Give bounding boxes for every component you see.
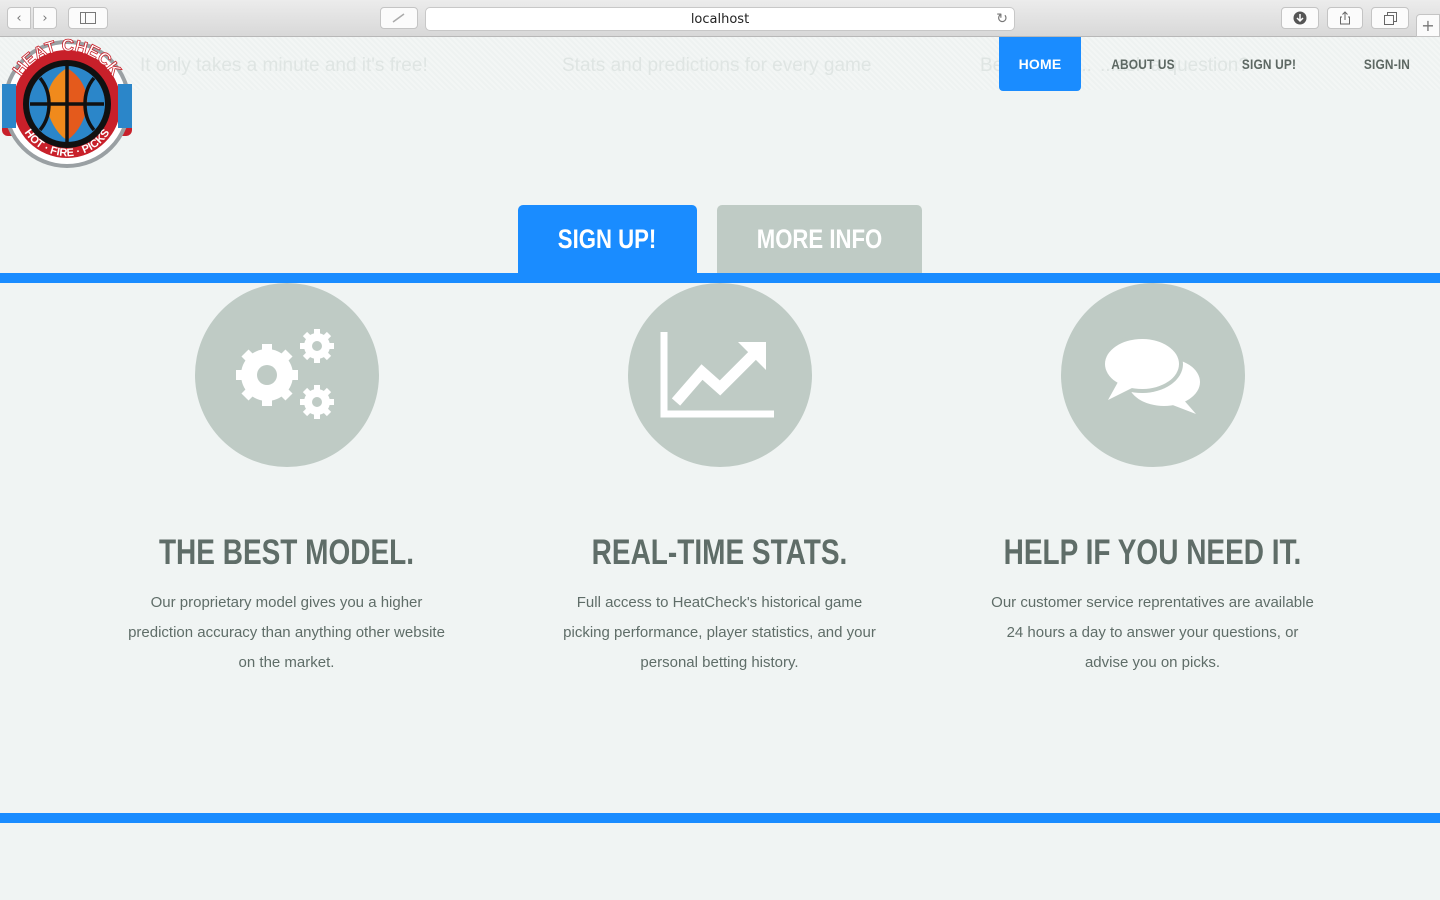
browser-toolbar: ‹ › localhost ↻ + bbox=[0, 0, 1440, 37]
forward-icon[interactable]: › bbox=[33, 7, 57, 29]
hero-banner: It only takes a minute and it's free! St… bbox=[0, 37, 1440, 90]
feature-title: REAL-TIME STATS. bbox=[591, 533, 848, 572]
nav-sign-up[interactable]: SIGN UP! bbox=[1232, 37, 1307, 91]
back-icon[interactable]: ‹ bbox=[7, 7, 31, 29]
gears-icon bbox=[235, 329, 334, 419]
tabs-icon[interactable] bbox=[1371, 7, 1409, 29]
feature-icon-circle bbox=[627, 283, 812, 467]
line-chart-icon bbox=[660, 332, 774, 418]
hero-caption: Stats and predictions for every game bbox=[562, 55, 872, 76]
nav-sign-in[interactable]: SIGN-IN bbox=[1349, 37, 1426, 91]
more-info-button[interactable]: MORE INFO bbox=[717, 205, 922, 273]
feature-card: THE BEST MODEL. Our proprietary model gi… bbox=[70, 283, 503, 678]
feature-description: Our proprietary model gives you a higher… bbox=[128, 594, 445, 671]
divider bbox=[0, 273, 1440, 283]
divider bbox=[0, 813, 1440, 823]
feature-card: REAL-TIME STATS. Full access to HeatChec… bbox=[503, 283, 936, 678]
sidebar-toggle-icon[interactable] bbox=[68, 7, 108, 29]
feature-icon-circle bbox=[1060, 283, 1245, 467]
feature-description: Full access to HeatCheck's historical ga… bbox=[563, 594, 876, 671]
sign-up-button[interactable]: SIGN UP! bbox=[518, 205, 697, 273]
feature-card: HELP IF YOU NEED IT. Our customer servic… bbox=[936, 283, 1369, 678]
sign-up-button-label: SIGN UP! bbox=[558, 223, 657, 254]
feature-title: THE BEST MODEL. bbox=[158, 533, 415, 572]
share-icon[interactable] bbox=[1327, 7, 1363, 29]
downloads-icon[interactable] bbox=[1281, 7, 1319, 29]
more-info-button-label: MORE INFO bbox=[756, 223, 883, 254]
feature-description: Our customer service reprentatives are a… bbox=[991, 594, 1314, 671]
nav-about-us[interactable]: ABOUT US bbox=[1105, 37, 1182, 91]
feature-title: HELP IF YOU NEED IT. bbox=[1003, 533, 1302, 572]
hero-caption: It only takes a minute and it's free! bbox=[140, 55, 428, 76]
feature-icon-circle bbox=[194, 283, 379, 467]
heatcheck-logo[interactable]: HEAT CHECK HOT · FIRE · PICKS bbox=[0, 36, 134, 170]
url-text: localhost bbox=[690, 11, 750, 27]
reload-icon[interactable]: ↻ bbox=[996, 11, 1008, 27]
address-bar[interactable]: localhost ↻ bbox=[425, 7, 1015, 31]
new-tab-icon[interactable]: + bbox=[1416, 14, 1440, 37]
reader-icon[interactable] bbox=[380, 7, 418, 29]
chat-bubbles-icon bbox=[1100, 335, 1200, 414]
nav-home[interactable]: HOME bbox=[999, 37, 1081, 91]
